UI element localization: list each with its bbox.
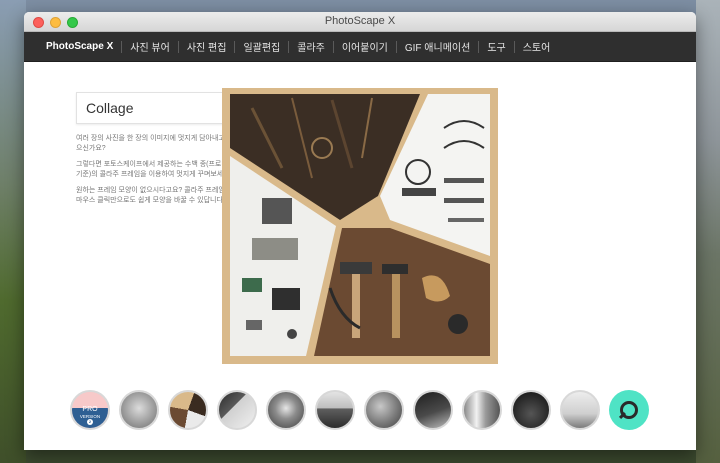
nav-tools[interactable]: 도구 (479, 39, 513, 54)
main-nav: PhotoScape X 사진 뷰어 사진 편집 일괄편집 콜라주 이어붙이기 … (24, 32, 696, 62)
collage-template-thumb[interactable] (266, 390, 306, 430)
nav-collage[interactable]: 콜라주 (289, 39, 333, 54)
desktop-background-right (696, 0, 720, 463)
nav-photo-viewer[interactable]: 사진 뷰어 (122, 39, 178, 54)
panel-description: 여러 장의 사진을 한 장의 이미지에 멋지게 담아내고 싶으신가요? 그렇다면… (76, 134, 236, 205)
collage-template-thumb[interactable] (119, 390, 159, 430)
nav-photo-editor[interactable]: 사진 편집 (179, 39, 235, 54)
description-paragraph: 원하는 프레임 모양이 없으시다고요? 콜라주 프레임은 마우스 클릭만으로도 … (76, 187, 232, 204)
collage-template-thumb[interactable] (217, 390, 257, 430)
collage-svg (230, 94, 490, 356)
pro-number-badge: 2 (87, 419, 93, 425)
pro-label: PRO VERSION (79, 406, 101, 419)
collage-template-thumb[interactable] (462, 390, 502, 430)
collage-preview (222, 88, 498, 364)
title-bar: PhotoScape X (24, 12, 696, 32)
panel-title: Collage (76, 92, 236, 124)
nav-batch-edit[interactable]: 일괄편집 (235, 39, 288, 54)
collage-template-thumb[interactable] (315, 390, 355, 430)
nav-brand[interactable]: PhotoScape X (38, 41, 121, 52)
main-content: Collage 여러 장의 사진을 한 장의 이미지에 멋지게 담아내고 싶으신… (24, 62, 696, 448)
nav-combine[interactable]: 이어붙이기 (334, 39, 396, 54)
nav-gif-animation[interactable]: GIF 애니메이션 (397, 39, 478, 54)
description-paragraph: 여러 장의 사진을 한 장의 이미지에 멋지게 담아내고 싶으신가요? (76, 135, 234, 152)
collage-template-thumb[interactable] (511, 390, 551, 430)
app-window: PhotoScape X PhotoScape X 사진 뷰어 사진 편집 일괄… (24, 12, 696, 450)
search-templates-button[interactable] (609, 390, 649, 430)
collage-template-thumb[interactable] (560, 390, 600, 430)
collage-template-thumb[interactable] (413, 390, 453, 430)
template-thumbnails: PRO VERSION 2 (70, 390, 649, 430)
collage-template-thumb[interactable] (364, 390, 404, 430)
collage-template-thumb[interactable] (168, 390, 208, 430)
pro-version-thumb[interactable]: PRO VERSION 2 (70, 390, 110, 430)
info-panel: Collage 여러 장의 사진을 한 장의 이미지에 멋지게 담아내고 싶으신… (76, 92, 236, 212)
collage-piece-wood-tools[interactable] (314, 228, 490, 356)
window-title: PhotoScape X (324, 15, 396, 27)
nav-store[interactable]: 스토어 (515, 39, 559, 54)
desktop-background-left (0, 0, 26, 463)
description-paragraph: 그렇다면 포토스케이프에서 제공하는 수백 종(프로버전 기준)의 콜라주 프레… (76, 161, 235, 178)
